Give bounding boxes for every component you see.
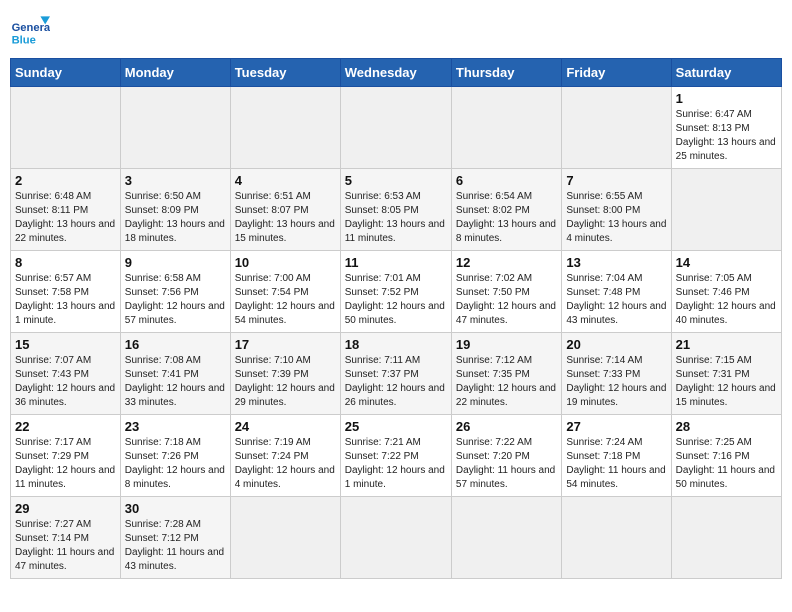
day-cell: 28Sunrise: 7:25 AMSunset: 7:16 PMDayligh… — [671, 415, 781, 497]
day-cell: 6Sunrise: 6:54 AMSunset: 8:02 PMDaylight… — [451, 169, 561, 251]
empty-cell — [230, 87, 340, 169]
day-cell: 2Sunrise: 6:48 AMSunset: 8:11 PMDaylight… — [11, 169, 121, 251]
calendar-row: 2Sunrise: 6:48 AMSunset: 8:11 PMDaylight… — [11, 169, 782, 251]
day-cell: 23Sunrise: 7:18 AMSunset: 7:26 PMDayligh… — [120, 415, 230, 497]
day-cell: 4Sunrise: 6:51 AMSunset: 8:07 PMDaylight… — [230, 169, 340, 251]
day-cell: 8Sunrise: 6:57 AMSunset: 7:58 PMDaylight… — [11, 251, 121, 333]
day-cell: 22Sunrise: 7:17 AMSunset: 7:29 PMDayligh… — [11, 415, 121, 497]
calendar-body: 1Sunrise: 6:47 AMSunset: 8:13 PMDaylight… — [11, 87, 782, 579]
day-cell: 1Sunrise: 6:47 AMSunset: 8:13 PMDaylight… — [671, 87, 781, 169]
day-cell: 20Sunrise: 7:14 AMSunset: 7:33 PMDayligh… — [562, 333, 671, 415]
day-cell — [671, 169, 781, 251]
col-header-sunday: Sunday — [11, 59, 121, 87]
day-cell: 3Sunrise: 6:50 AMSunset: 8:09 PMDaylight… — [120, 169, 230, 251]
empty-cell — [562, 87, 671, 169]
col-header-saturday: Saturday — [671, 59, 781, 87]
day-cell: 5Sunrise: 6:53 AMSunset: 8:05 PMDaylight… — [340, 169, 451, 251]
empty-cell — [120, 87, 230, 169]
day-cell: 16Sunrise: 7:08 AMSunset: 7:41 PMDayligh… — [120, 333, 230, 415]
calendar-row: 29Sunrise: 7:27 AMSunset: 7:14 PMDayligh… — [11, 497, 782, 579]
day-cell — [562, 497, 671, 579]
header: General Blue — [10, 10, 782, 50]
calendar-header-row: SundayMondayTuesdayWednesdayThursdayFrid… — [11, 59, 782, 87]
col-header-tuesday: Tuesday — [230, 59, 340, 87]
calendar-row: 15Sunrise: 7:07 AMSunset: 7:43 PMDayligh… — [11, 333, 782, 415]
day-cell: 7Sunrise: 6:55 AMSunset: 8:00 PMDaylight… — [562, 169, 671, 251]
day-cell: 26Sunrise: 7:22 AMSunset: 7:20 PMDayligh… — [451, 415, 561, 497]
day-cell: 19Sunrise: 7:12 AMSunset: 7:35 PMDayligh… — [451, 333, 561, 415]
day-cell: 17Sunrise: 7:10 AMSunset: 7:39 PMDayligh… — [230, 333, 340, 415]
day-cell: 15Sunrise: 7:07 AMSunset: 7:43 PMDayligh… — [11, 333, 121, 415]
day-cell: 30Sunrise: 7:28 AMSunset: 7:12 PMDayligh… — [120, 497, 230, 579]
day-cell: 18Sunrise: 7:11 AMSunset: 7:37 PMDayligh… — [340, 333, 451, 415]
day-cell: 10Sunrise: 7:00 AMSunset: 7:54 PMDayligh… — [230, 251, 340, 333]
day-cell — [340, 497, 451, 579]
calendar-row: 1Sunrise: 6:47 AMSunset: 8:13 PMDaylight… — [11, 87, 782, 169]
day-cell: 13Sunrise: 7:04 AMSunset: 7:48 PMDayligh… — [562, 251, 671, 333]
calendar-table: SundayMondayTuesdayWednesdayThursdayFrid… — [10, 58, 782, 579]
day-cell: 9Sunrise: 6:58 AMSunset: 7:56 PMDaylight… — [120, 251, 230, 333]
day-cell: 11Sunrise: 7:01 AMSunset: 7:52 PMDayligh… — [340, 251, 451, 333]
day-cell: 29Sunrise: 7:27 AMSunset: 7:14 PMDayligh… — [11, 497, 121, 579]
calendar-row: 22Sunrise: 7:17 AMSunset: 7:29 PMDayligh… — [11, 415, 782, 497]
empty-cell — [11, 87, 121, 169]
empty-cell — [340, 87, 451, 169]
col-header-monday: Monday — [120, 59, 230, 87]
svg-text:General: General — [12, 22, 50, 34]
col-header-wednesday: Wednesday — [340, 59, 451, 87]
day-cell: 25Sunrise: 7:21 AMSunset: 7:22 PMDayligh… — [340, 415, 451, 497]
col-header-friday: Friday — [562, 59, 671, 87]
col-header-thursday: Thursday — [451, 59, 561, 87]
day-cell — [671, 497, 781, 579]
day-cell: 27Sunrise: 7:24 AMSunset: 7:18 PMDayligh… — [562, 415, 671, 497]
day-cell: 14Sunrise: 7:05 AMSunset: 7:46 PMDayligh… — [671, 251, 781, 333]
day-cell: 12Sunrise: 7:02 AMSunset: 7:50 PMDayligh… — [451, 251, 561, 333]
day-cell — [451, 497, 561, 579]
day-cell — [230, 497, 340, 579]
empty-cell — [451, 87, 561, 169]
day-cell: 21Sunrise: 7:15 AMSunset: 7:31 PMDayligh… — [671, 333, 781, 415]
svg-text:Blue: Blue — [12, 35, 36, 47]
logo: General Blue — [10, 10, 54, 50]
day-cell: 24Sunrise: 7:19 AMSunset: 7:24 PMDayligh… — [230, 415, 340, 497]
calendar-row: 8Sunrise: 6:57 AMSunset: 7:58 PMDaylight… — [11, 251, 782, 333]
